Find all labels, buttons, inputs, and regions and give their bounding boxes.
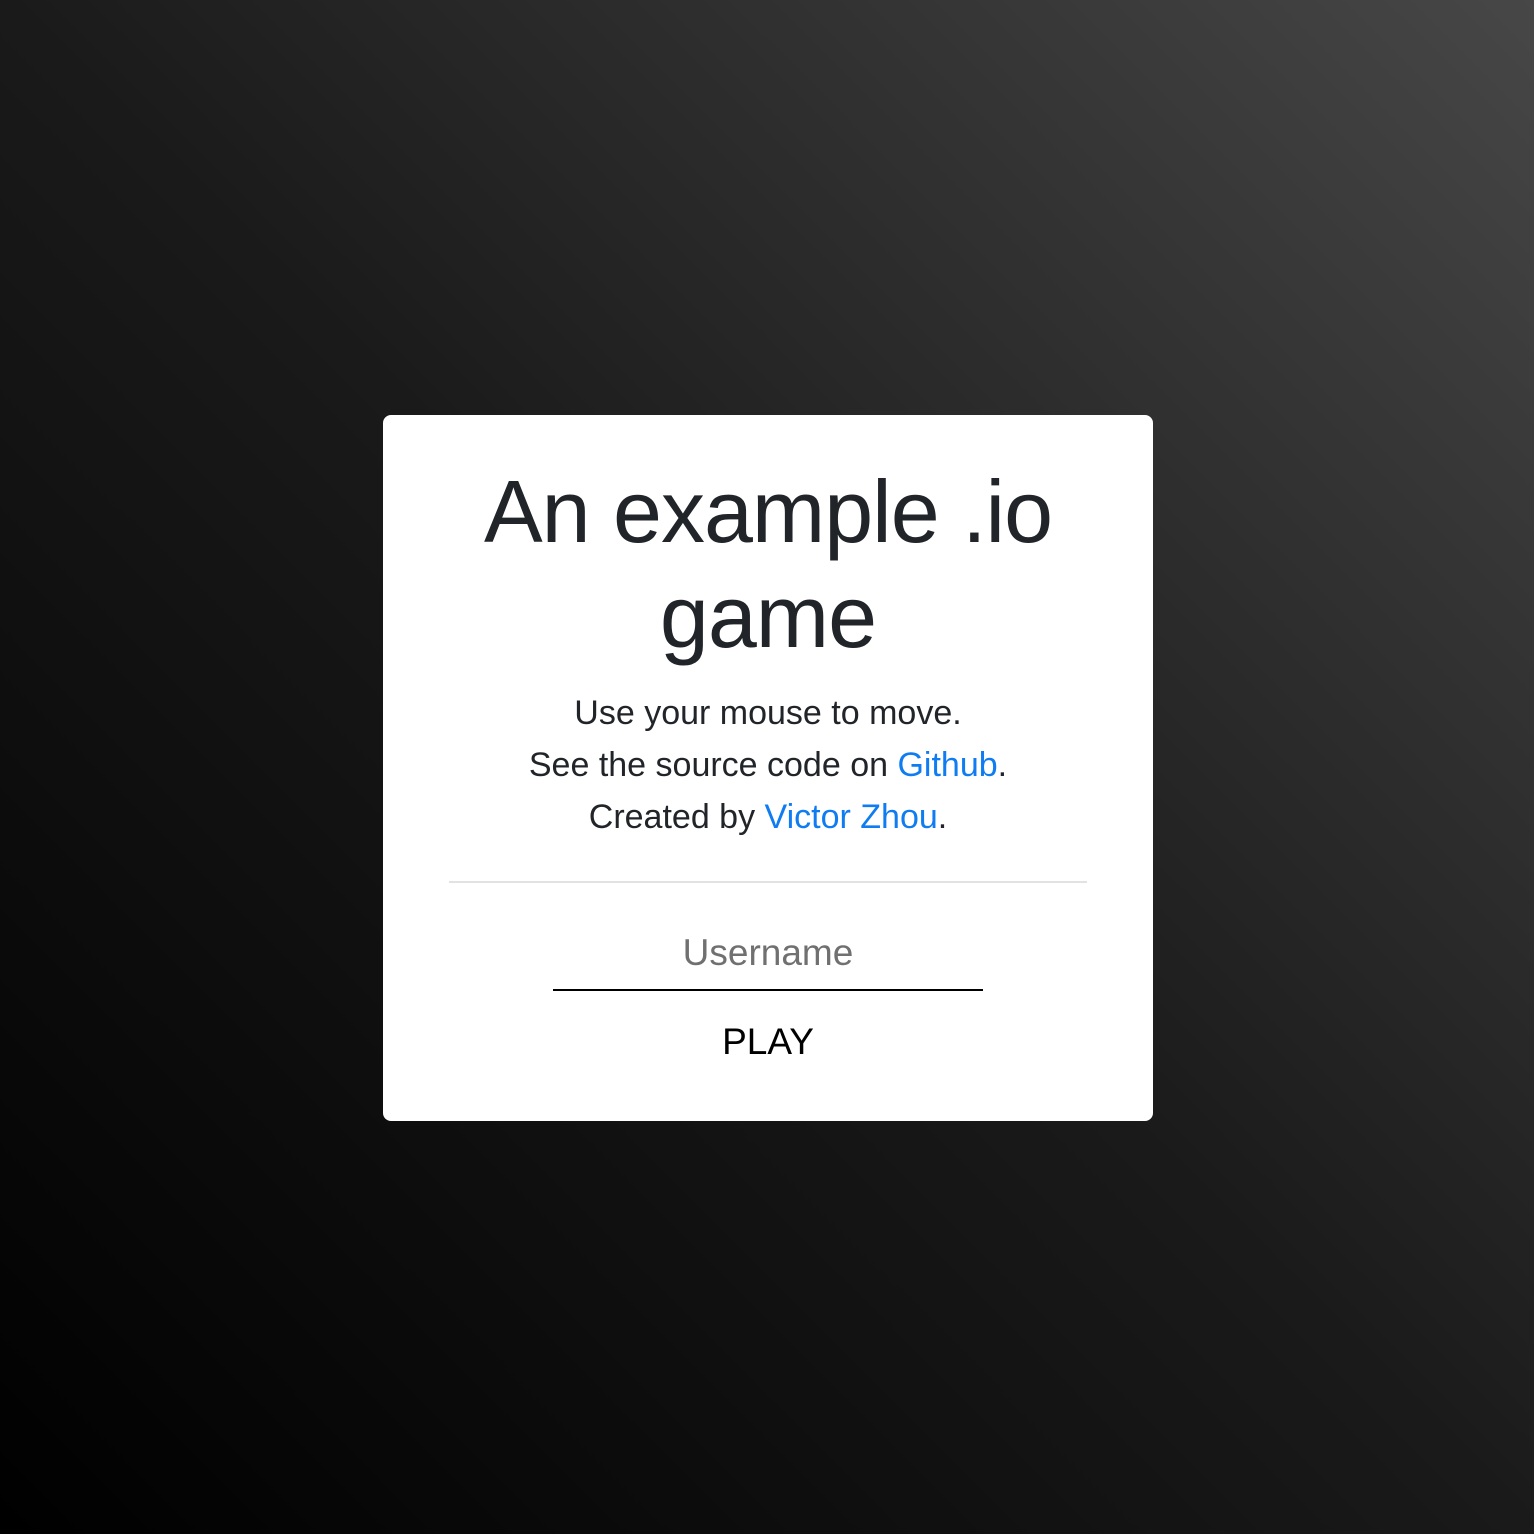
credit-prefix: Created by (588, 798, 765, 836)
credit-suffix: . (937, 798, 948, 836)
github-link[interactable]: Github (897, 746, 997, 784)
game-title: An example .io game (483, 462, 1053, 666)
credit-line: Created by Victor Zhou. (449, 791, 1087, 843)
username-input[interactable] (553, 927, 983, 991)
game-description: Use your mouse to move. See the source c… (449, 687, 1087, 843)
author-link[interactable]: Victor Zhou (765, 798, 938, 836)
divider (449, 881, 1087, 883)
source-line: See the source code on Github. (449, 739, 1087, 791)
instructions-text: Use your mouse to move. (574, 694, 962, 732)
play-button[interactable]: PLAY (712, 1017, 824, 1067)
play-menu-card: An example .io game Use your mouse to mo… (383, 415, 1153, 1121)
source-prefix: See the source code on (528, 746, 898, 784)
source-suffix: . (997, 746, 1008, 784)
